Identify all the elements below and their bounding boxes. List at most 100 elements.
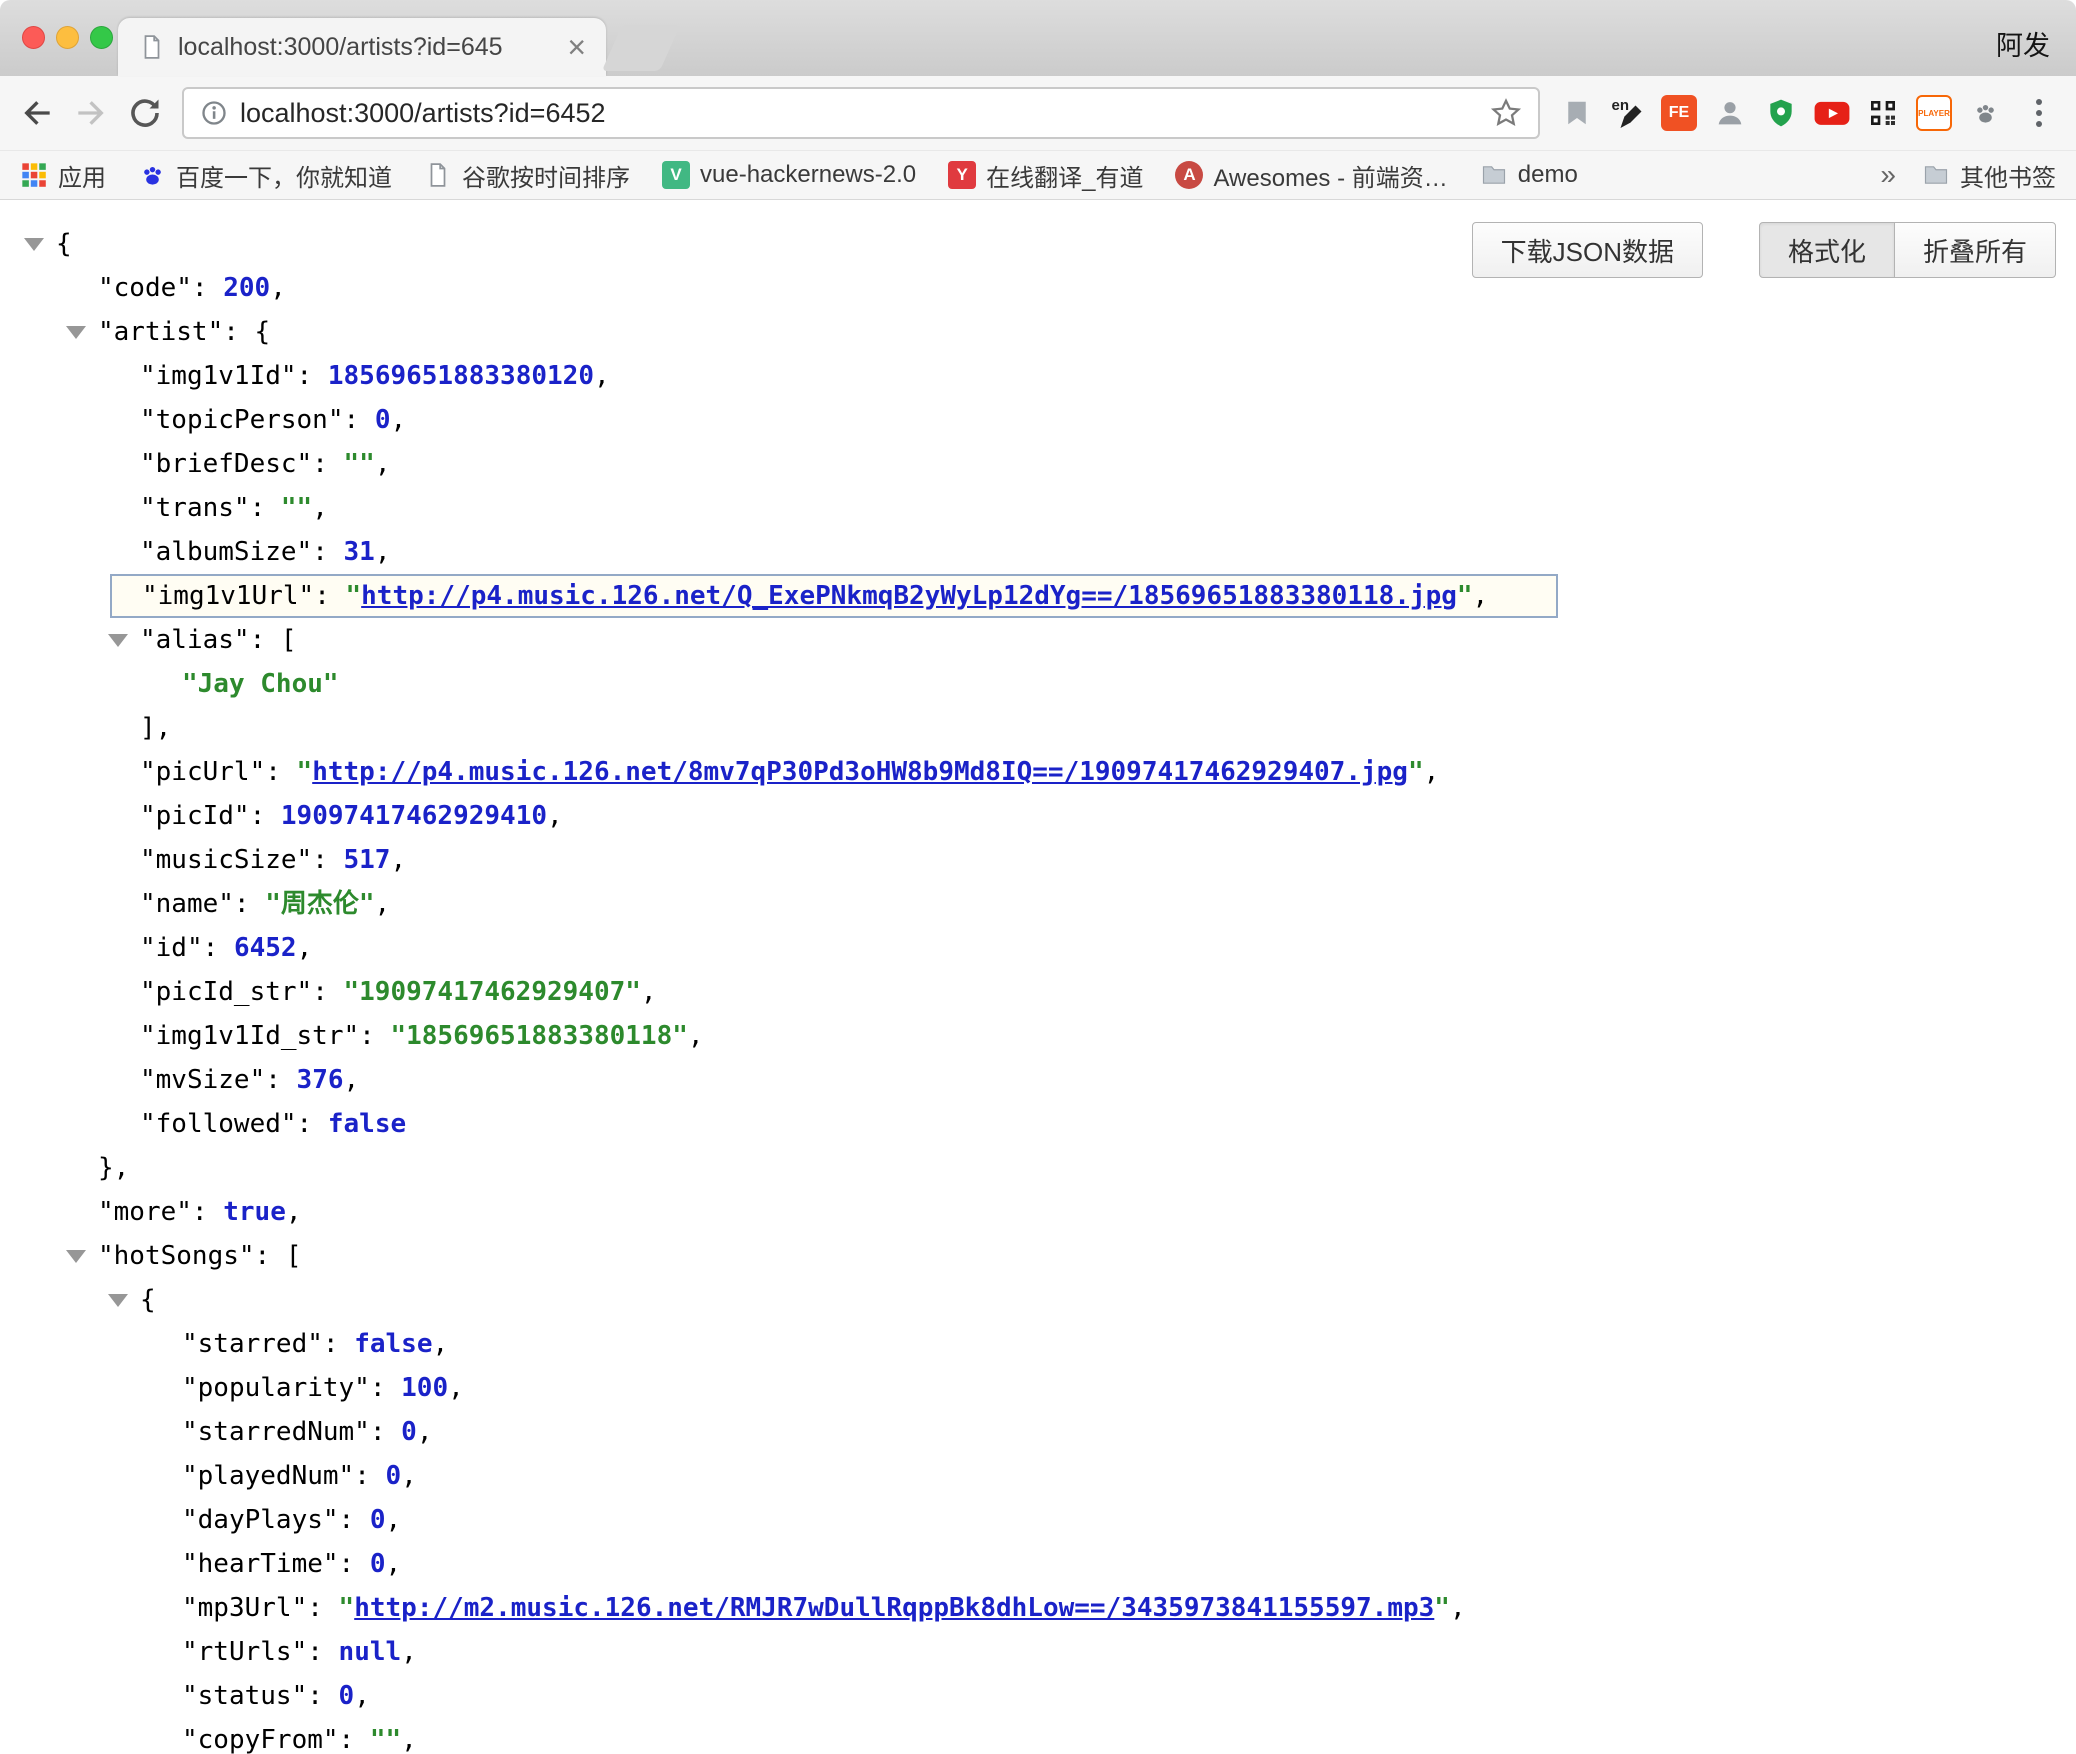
json-punc: : (307, 1637, 338, 1667)
collapse-arrow-icon[interactable] (66, 326, 86, 339)
json-line[interactable]: "musicSize": 517, (0, 838, 2076, 882)
json-key: "artist" (98, 317, 223, 347)
collapse-arrow-icon[interactable] (108, 1294, 128, 1307)
json-line[interactable]: "alias": [ (0, 618, 2076, 662)
json-line[interactable]: "Jay Chou" (0, 662, 2076, 706)
download-json-button[interactable]: 下载JSON数据 (1472, 222, 1703, 278)
json-line[interactable]: "more": true, (0, 1190, 2076, 1234)
fullscreen-window-button[interactable] (90, 26, 113, 49)
url-text[interactable]: localhost:3000/artists?id=6452 (240, 98, 1478, 129)
profile-name[interactable]: 阿发 (1996, 24, 2050, 63)
json-line[interactable]: "popularity": 100, (0, 1366, 2076, 1410)
bookmark-item[interactable]: Y在线翻译_有道 (948, 158, 1143, 193)
address-bar[interactable]: localhost:3000/artists?id=6452 (182, 87, 1540, 139)
json-num: 200 (223, 273, 270, 303)
json-line[interactable]: "id": 6452, (0, 926, 2076, 970)
other-bookmarks-label: 其他书签 (1960, 158, 2056, 193)
json-line[interactable]: "starred": false, (0, 1322, 2076, 1366)
json-str: "18569651883380118" (390, 1021, 687, 1051)
json-line[interactable]: "picUrl": "http://p4.music.126.net/8mv7q… (0, 750, 2076, 794)
json-key: "code" (98, 273, 192, 303)
json-str: "Jay Chou" (182, 669, 339, 699)
json-punc: : (265, 1065, 296, 1095)
json-line[interactable]: "rtUrls": null, (0, 1630, 2076, 1674)
json-line[interactable]: "mvSize": 376, (0, 1058, 2076, 1102)
new-tab-button[interactable] (602, 25, 680, 71)
json-line[interactable]: "hearTime": 0, (0, 1542, 2076, 1586)
close-window-button[interactable] (22, 26, 45, 49)
format-button[interactable]: 格式化 (1759, 222, 1895, 278)
json-punc: : (297, 361, 328, 391)
json-key: "followed" (140, 1109, 297, 1139)
json-line[interactable]: "albumSize": 31, (0, 530, 2076, 574)
json-key: "img1v1Id_str" (140, 1021, 359, 1051)
json-punc: , (401, 1637, 417, 1667)
json-line[interactable]: "status": 0, (0, 1674, 2076, 1718)
json-url-link[interactable]: http://p4.music.126.net/8mv7qP30Pd3oHW8b… (312, 757, 1408, 787)
tab-close-icon[interactable]: × (567, 33, 586, 61)
browser-tab[interactable]: localhost:3000/artists?id=645 × (118, 18, 606, 76)
json-line[interactable]: { (0, 1278, 2076, 1322)
json-url-link[interactable]: http://m2.music.126.net/RMJR7wDullRqppBk… (354, 1593, 1434, 1623)
bookmark-star-icon[interactable] (1490, 97, 1522, 129)
youtube-icon[interactable] (1809, 90, 1855, 136)
person-icon[interactable] (1707, 90, 1753, 136)
json-line[interactable]: "mp3Url": "http://m2.music.126.net/RMJR7… (0, 1586, 2076, 1630)
bookmark-item[interactable]: Vvue-hackernews-2.0 (662, 161, 916, 189)
shield-icon[interactable] (1758, 90, 1804, 136)
json-line[interactable]: "topicPerson": 0, (0, 398, 2076, 442)
json-punc: : (250, 493, 281, 523)
json-line[interactable]: "dayPlays": 0, (0, 1498, 2076, 1542)
json-punc: : (312, 845, 343, 875)
json-punc: : (370, 1373, 401, 1403)
player-icon[interactable]: PLAYER (1911, 90, 1957, 136)
json-punc: , (375, 449, 391, 479)
json-line[interactable]: "picId": 19097417462929410, (0, 794, 2076, 838)
translate-pen-icon[interactable]: en (1605, 90, 1651, 136)
json-line[interactable]: "name": "周杰伦", (0, 882, 2076, 926)
json-line[interactable]: "starredNum": 0, (0, 1410, 2076, 1454)
qrcode-icon[interactable] (1860, 90, 1906, 136)
collapse-all-button[interactable]: 折叠所有 (1894, 222, 2056, 278)
json-line[interactable]: "playedNum": 0, (0, 1454, 2076, 1498)
json-line[interactable]: "copyFrom": "", (0, 1718, 2076, 1754)
bookmark-item[interactable]: 谷歌按时间排序 (424, 158, 630, 193)
json-punc: , (286, 1197, 302, 1227)
json-toolbar: 下载JSON数据 格式化 折叠所有 (1472, 222, 2056, 278)
json-line[interactable]: "followed": false (0, 1102, 2076, 1146)
json-line[interactable]: "briefDesc": "", (0, 442, 2076, 486)
json-punc: , (386, 1505, 402, 1535)
json-line[interactable]: "trans": "", (0, 486, 2076, 530)
paw-print-icon[interactable] (1962, 90, 2008, 136)
forward-button[interactable] (68, 90, 114, 136)
json-line[interactable]: "picId_str": "19097417462929407", (0, 970, 2076, 1014)
collapse-arrow-icon[interactable] (66, 1250, 86, 1263)
reload-button[interactable] (122, 90, 168, 136)
json-line[interactable]: ], (0, 706, 2076, 750)
json-line[interactable]: "artist": { (0, 310, 2076, 354)
minimize-window-button[interactable] (56, 26, 79, 49)
bookmark-item[interactable]: AAwesomes - 前端资… (1175, 158, 1447, 193)
json-str: "" (281, 493, 312, 523)
json-line[interactable]: "img1v1Id_str": "18569651883380118", (0, 1014, 2076, 1058)
collapse-arrow-icon[interactable] (108, 634, 128, 647)
bookmarks-overflow-icon[interactable]: » (1880, 159, 1896, 191)
site-info-icon[interactable] (200, 99, 228, 127)
json-line[interactable]: }, (0, 1146, 2076, 1190)
chrome-menu-icon[interactable] (2016, 90, 2062, 136)
json-key: "playedNum" (182, 1461, 354, 1491)
json-line[interactable]: "hotSongs": [ (0, 1234, 2076, 1278)
fe-icon[interactable]: FE (1656, 90, 1702, 136)
bookmark-item[interactable]: 百度一下，你就知道 (138, 158, 392, 193)
back-button[interactable] (14, 90, 60, 136)
json-key: "trans" (140, 493, 250, 523)
json-line[interactable]: "img1v1Id": 18569651883380120, (0, 354, 2076, 398)
json-url-link[interactable]: http://p4.music.126.net/Q_ExePNkmqB2yWyL… (361, 581, 1457, 611)
bookmark-item[interactable]: demo (1480, 161, 1578, 189)
json-line[interactable]: "img1v1Url": "http://p4.music.126.net/Q_… (110, 574, 1558, 618)
collapse-arrow-icon[interactable] (24, 238, 44, 251)
bookmark-item[interactable]: 应用 (20, 158, 106, 193)
other-bookmarks-folder[interactable]: 其他书签 (1922, 158, 2056, 193)
json-punc: , (390, 845, 406, 875)
bookmark-flag-icon[interactable] (1554, 90, 1600, 136)
